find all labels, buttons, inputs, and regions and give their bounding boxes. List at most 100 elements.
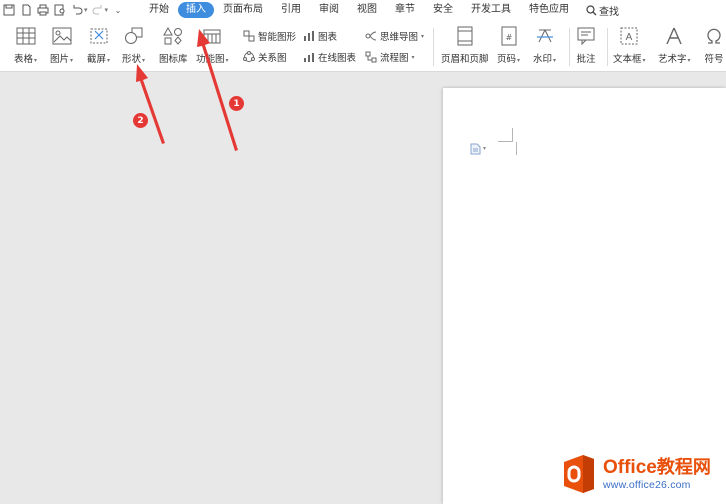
redo-icon[interactable] [91,3,105,17]
omega-icon [703,25,725,47]
watermark-label: 水印 [533,54,553,65]
picture-button[interactable]: 图片▾ [50,25,73,65]
relation-chart-button[interactable]: 关系图 [242,50,287,64]
tab-view[interactable]: 视图 [348,2,386,18]
svg-text:#: # [505,33,512,42]
comment-button[interactable]: 批注 [575,25,597,65]
office-logo-icon [564,455,594,493]
ribbon-separator [569,28,570,66]
redo-dropdown-icon[interactable]: ▾ [105,6,109,14]
table-label: 表格 [14,54,34,65]
shape-button[interactable]: 形状▾ [122,25,145,65]
page-number-button[interactable]: # 页码▾ [497,25,520,65]
header-footer-label: 页眉和页脚 [441,54,489,65]
tab-references[interactable]: 引用 [272,2,310,18]
flowchart-icon [364,51,377,64]
header-footer-button[interactable]: 页眉和页脚 [441,25,489,65]
paragraph-icon [470,143,481,154]
print-icon[interactable] [36,3,50,17]
chevron-down-icon: ▾ [483,145,487,152]
picture-icon [51,25,73,47]
icon-library-icon [162,25,184,47]
online-chart-button[interactable]: 在线图表 [302,50,356,64]
table-button[interactable]: 表格▾ [14,25,37,65]
text-box-button[interactable]: A 文本框▾ [613,25,646,65]
watermark-icon [534,25,556,47]
relation-chart-label: 关系图 [258,53,287,64]
chart-label: 图表 [318,32,338,43]
save-icon[interactable] [2,3,16,17]
function-chart-icon [201,25,223,47]
page-number-label: 页码 [497,54,517,65]
tab-section[interactable]: 章节 [386,2,424,18]
text-cursor [516,142,517,155]
art-text-label: 艺术字 [658,54,687,65]
tab-review[interactable]: 审阅 [310,2,348,18]
watermark-brand-cn: 教程网 [656,456,711,478]
flowchart-button[interactable]: 流程图 ▾ [364,50,415,64]
art-text-icon [663,25,685,47]
ribbon-separator [433,28,434,66]
shape-label: 形状 [122,54,142,65]
icon-library-button[interactable]: 图标库 [159,25,188,65]
smart-graphic-label: 智能图形 [258,32,297,43]
search-icon [586,4,597,15]
chart-icon [302,30,315,43]
undo-icon[interactable] [70,3,84,17]
smart-graphic-button[interactable]: 智能图形 [242,29,296,43]
print-preview-icon[interactable] [53,3,67,17]
comment-label: 批注 [576,54,596,65]
symbol-label: 符号 [704,54,724,65]
watermark-button[interactable]: 水印▾ [533,25,556,65]
online-chart-icon [302,51,315,64]
symbol-button[interactable]: 符号 [703,25,725,65]
screenshot-icon [88,25,110,47]
page-number-icon: # [498,25,520,47]
export-pdf-icon[interactable] [19,3,33,17]
screenshot-label: 截屏 [87,54,107,65]
paragraph-layout-button[interactable]: ▾ [470,142,492,155]
tab-home[interactable]: 开始 [140,2,178,18]
undo-dropdown-icon[interactable]: ▾ [84,6,88,14]
header-footer-icon [454,25,476,47]
site-watermark: Office教程网 www.office26.com [561,454,711,494]
page-corner-mark [512,128,513,142]
shape-icon [123,25,145,47]
tab-special-apps[interactable]: 特色应用 [520,2,578,18]
relation-chart-icon [242,51,255,64]
search-label: 查找 [599,6,619,18]
watermark-url: www.office26.com [603,478,691,491]
tab-security[interactable]: 安全 [424,2,462,18]
search-button[interactable]: 查找 [578,3,627,18]
svg-text:A: A [626,32,633,43]
flowchart-label: 流程图 [380,53,409,64]
smart-graphic-icon [242,30,255,43]
annotation-badge-1: 1 [229,96,244,111]
customize-toolbar-icon[interactable]: ⌄ [111,3,125,17]
mind-map-label: 思维导图 [380,32,419,43]
page-corner-mark [498,141,512,142]
tab-developer[interactable]: 开发工具 [462,2,520,18]
art-text-button[interactable]: 艺术字▾ [658,25,691,65]
online-chart-label: 在线图表 [318,53,357,64]
comment-icon [575,25,597,47]
mind-map-button[interactable]: 思维导图 ▾ [364,29,424,43]
tab-page-layout[interactable]: 页面布局 [214,2,272,18]
ribbon-separator [607,28,608,66]
function-chart-button[interactable]: 功能图▾ [196,25,229,65]
table-icon [15,25,37,47]
picture-label: 图片 [50,54,70,65]
screenshot-button[interactable]: 截屏▾ [87,25,110,65]
annotation-badge-2: 2 [133,113,148,128]
quick-access-toolbar: ▾ ▾ ⌄ [0,3,125,17]
chart-button[interactable]: 图表 [302,29,337,43]
mind-map-icon [364,30,377,43]
ribbon-tabs: 开始 插入 页面布局 引用 审阅 视图 章节 安全 开发工具 特色应用 查找 [140,0,627,20]
text-box-icon: A [618,25,640,47]
watermark-brand-latin: Office [603,456,657,478]
menu-bar: ▾ ▾ ⌄ 开始 插入 页面布局 引用 审阅 视图 章节 安全 开发工具 特色应… [0,0,726,20]
icon-library-label: 图标库 [159,54,188,65]
text-box-label: 文本框 [613,54,642,65]
tab-insert[interactable]: 插入 [178,2,214,18]
function-chart-label: 功能图 [196,54,225,65]
